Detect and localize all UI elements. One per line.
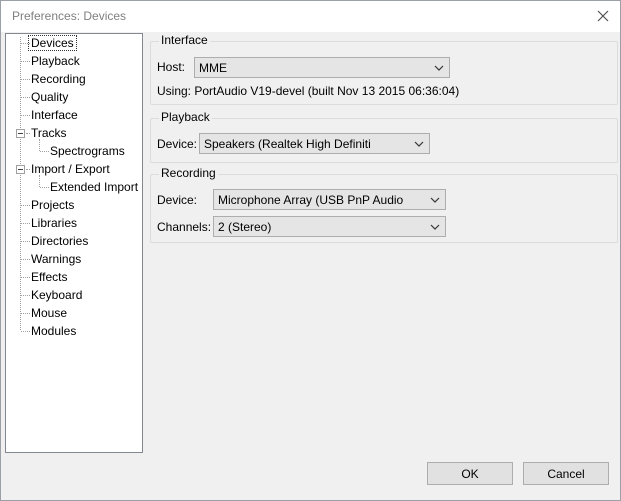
recording-device-dropdown[interactable]: Microphone Array (USB PnP Audio xyxy=(213,189,446,210)
portaudio-version-text: Using: PortAudio V19-devel (built Nov 13… xyxy=(157,84,460,98)
playback-device-label: Device: xyxy=(157,137,198,151)
tree-item-spectrograms[interactable]: Spectrograms xyxy=(48,143,127,159)
tree-item-projects[interactable]: Projects xyxy=(29,197,76,213)
tree-item-recording[interactable]: Recording xyxy=(29,71,88,87)
chevron-down-icon xyxy=(414,141,424,147)
tree-item-interface[interactable]: Interface xyxy=(29,107,80,123)
interface-group: Interface Host: MME Using: PortAudio V19… xyxy=(150,33,618,105)
recording-group: Recording Device: Microphone Array (USB … xyxy=(150,166,618,243)
playback-group: Playback Device: Speakers (Realtek High … xyxy=(150,110,618,163)
tree-item-effects[interactable]: Effects xyxy=(29,269,69,285)
recording-device-label: Device: xyxy=(157,193,198,207)
ok-button[interactable]: OK xyxy=(427,462,513,485)
recording-device-value: Microphone Array (USB PnP Audio xyxy=(218,193,404,207)
tree-item-directories[interactable]: Directories xyxy=(29,233,90,249)
channels-value: 2 (Stereo) xyxy=(218,220,272,234)
channels-dropdown[interactable]: 2 (Stereo) xyxy=(213,216,446,237)
chevron-down-icon xyxy=(434,65,444,71)
cancel-button[interactable]: Cancel xyxy=(523,462,609,485)
interface-group-title: Interface xyxy=(159,33,210,47)
category-tree[interactable]: Devices Playback Recording Quality Inter… xyxy=(5,33,143,453)
close-icon xyxy=(597,10,609,22)
tree-item-libraries[interactable]: Libraries xyxy=(29,215,79,231)
tree-item-modules[interactable]: Modules xyxy=(29,323,78,339)
tree-item-keyboard[interactable]: Keyboard xyxy=(29,287,84,303)
preferences-dialog: Preferences: Devices Devices Playback Re… xyxy=(0,0,621,501)
playback-device-value: Speakers (Realtek High Definiti xyxy=(204,137,371,151)
window-title: Preferences: Devices xyxy=(12,9,127,23)
tree-item-playback[interactable]: Playback xyxy=(29,53,82,69)
tree-item-quality[interactable]: Quality xyxy=(29,89,70,105)
tree-item-devices[interactable]: Devices xyxy=(28,35,77,51)
tree-item-warnings[interactable]: Warnings xyxy=(29,251,83,267)
playback-device-dropdown[interactable]: Speakers (Realtek High Definiti xyxy=(199,133,430,154)
tree-connector xyxy=(20,37,21,330)
title-bar: Preferences: Devices xyxy=(1,1,620,32)
recording-group-title: Recording xyxy=(159,166,218,180)
close-button[interactable] xyxy=(590,3,616,29)
tree-item-import-export[interactable]: Import / Export xyxy=(29,161,112,177)
collapse-tracks-icon[interactable] xyxy=(16,129,25,138)
chevron-down-icon xyxy=(430,224,440,230)
host-value: MME xyxy=(199,61,227,75)
tree-item-mouse[interactable]: Mouse xyxy=(29,305,69,321)
channels-label: Channels: xyxy=(157,220,212,234)
chevron-down-icon xyxy=(430,197,440,203)
host-label: Host: xyxy=(157,60,186,74)
host-dropdown[interactable]: MME xyxy=(194,57,450,78)
playback-group-title: Playback xyxy=(159,110,212,124)
tree-item-extended-import[interactable]: Extended Import xyxy=(48,179,140,195)
collapse-import-export-icon[interactable] xyxy=(16,165,25,174)
tree-item-tracks[interactable]: Tracks xyxy=(29,125,69,141)
